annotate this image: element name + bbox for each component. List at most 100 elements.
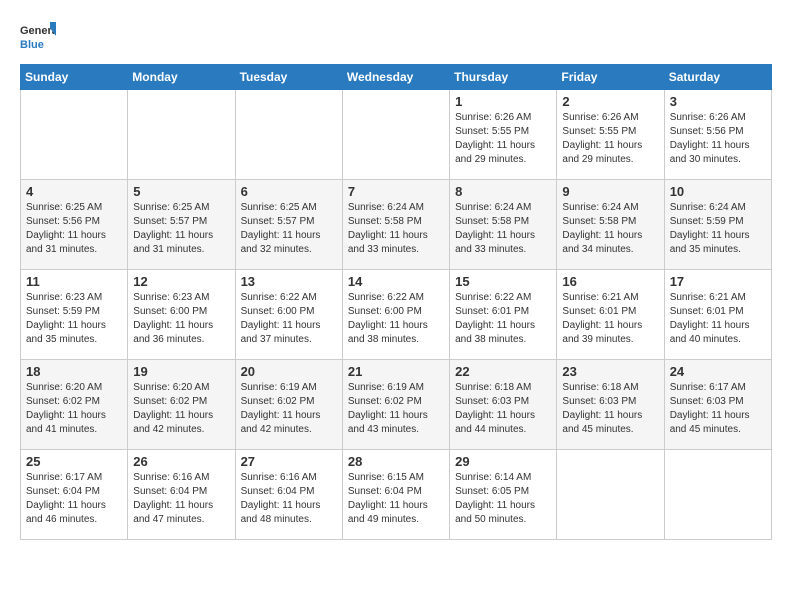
day-info: Sunrise: 6:21 AMSunset: 6:01 PMDaylight:… <box>670 291 766 347</box>
calendar-cell: 28 Sunrise: 6:15 AMSunset: 6:04 PMDayligh… <box>342 450 449 540</box>
day-info: Sunrise: 6:22 AMSunset: 6:01 PMDaylight:… <box>455 291 551 347</box>
day-info: Sunrise: 6:20 AMSunset: 6:02 PMDaylight:… <box>26 381 122 437</box>
day-number: 27 <box>241 454 337 469</box>
svg-text:Blue: Blue <box>20 39 44 51</box>
day-number: 20 <box>241 364 337 379</box>
calendar-cell: 14 Sunrise: 6:22 AMSunset: 6:00 PMDayligh… <box>342 270 449 360</box>
day-number: 5 <box>133 184 229 199</box>
weekday-header: Saturday <box>664 65 771 90</box>
day-info: Sunrise: 6:26 AMSunset: 5:56 PMDaylight:… <box>670 111 766 167</box>
calendar-cell: 4 Sunrise: 6:25 AMSunset: 5:56 PMDaylight… <box>21 180 128 270</box>
calendar-cell: 19 Sunrise: 6:20 AMSunset: 6:02 PMDayligh… <box>128 360 235 450</box>
calendar-cell: 7Sunrise: 6:24 AMSunset: 5:58 PMDaylight… <box>342 180 449 270</box>
day-info: Sunrise: 6:25 AMSunset: 5:56 PMDaylight:… <box>26 201 122 257</box>
calendar-cell: 18 Sunrise: 6:20 AMSunset: 6:02 PMDayligh… <box>21 360 128 450</box>
calendar-cell: 10 Sunrise: 6:24 AMSunset: 5:59 PMDayligh… <box>664 180 771 270</box>
day-info: Sunrise: 6:17 AMSunset: 6:03 PMDaylight:… <box>670 381 766 437</box>
calendar-cell: 25 Sunrise: 6:17 AMSunset: 6:04 PMDayligh… <box>21 450 128 540</box>
calendar-cell: 9 Sunrise: 6:24 AMSunset: 5:58 PMDaylight… <box>557 180 664 270</box>
day-info: Sunrise: 6:16 AMSunset: 6:04 PMDaylight:… <box>133 471 229 527</box>
day-number: 22 <box>455 364 551 379</box>
day-info: Sunrise: 6:22 AMSunset: 6:00 PMDaylight:… <box>348 291 444 347</box>
day-info: Sunrise: 6:23 AMSunset: 5:59 PMDaylight:… <box>26 291 122 347</box>
day-number: 28 <box>348 454 444 469</box>
day-info: Sunrise: 6:19 AMSunset: 6:02 PMDaylight:… <box>241 381 337 437</box>
day-number: 23 <box>562 364 658 379</box>
day-number: 19 <box>133 364 229 379</box>
day-info: Sunrise: 6:15 AMSunset: 6:04 PMDaylight:… <box>348 471 444 527</box>
calendar-cell: 21 Sunrise: 6:19 AMSunset: 6:02 PMDayligh… <box>342 360 449 450</box>
calendar-cell: 3 Sunrise: 6:26 AMSunset: 5:56 PMDaylight… <box>664 90 771 180</box>
day-number: 6 <box>241 184 337 199</box>
day-number: 1 <box>455 94 551 109</box>
calendar-table: SundayMondayTuesdayWednesdayThursdayFrid… <box>20 64 772 540</box>
calendar-cell: 2 Sunrise: 6:26 AMSunset: 5:55 PMDaylight… <box>557 90 664 180</box>
day-info: Sunrise: 6:18 AMSunset: 6:03 PMDaylight:… <box>562 381 658 437</box>
day-info: Sunrise: 6:23 AMSunset: 6:00 PMDaylight:… <box>133 291 229 347</box>
calendar-cell: 17 Sunrise: 6:21 AMSunset: 6:01 PMDayligh… <box>664 270 771 360</box>
day-number: 16 <box>562 274 658 289</box>
weekday-header: Tuesday <box>235 65 342 90</box>
weekday-header: Friday <box>557 65 664 90</box>
day-number: 4 <box>26 184 122 199</box>
weekday-header: Sunday <box>21 65 128 90</box>
day-info: Sunrise: 6:18 AMSunset: 6:03 PMDaylight:… <box>455 381 551 437</box>
day-info: Sunrise: 6:25 AMSunset: 5:57 PMDaylight:… <box>133 201 229 257</box>
calendar-cell: 26 Sunrise: 6:16 AMSunset: 6:04 PMDayligh… <box>128 450 235 540</box>
calendar-cell: 13 Sunrise: 6:22 AMSunset: 6:00 PMDayligh… <box>235 270 342 360</box>
weekday-header: Monday <box>128 65 235 90</box>
day-info: Sunrise: 6:24 AMSunset: 5:58 PMDaylight:… <box>562 201 658 257</box>
calendar-cell: 5 Sunrise: 6:25 AMSunset: 5:57 PMDaylight… <box>128 180 235 270</box>
day-info: Sunrise: 6:25 AMSunset: 5:57 PMDaylight:… <box>241 201 337 257</box>
day-info: Sunrise: 6:24 AMSunset: 5:59 PMDaylight:… <box>670 201 766 257</box>
calendar-cell: 16 Sunrise: 6:21 AMSunset: 6:01 PMDayligh… <box>557 270 664 360</box>
day-number: 13 <box>241 274 337 289</box>
day-info: Sunrise: 6:16 AMSunset: 6:04 PMDaylight:… <box>241 471 337 527</box>
day-number: 18 <box>26 364 122 379</box>
day-number: 9 <box>562 184 658 199</box>
day-info: Sunrise: 6:19 AMSunset: 6:02 PMDaylight:… <box>348 381 444 437</box>
calendar-cell <box>128 90 235 180</box>
calendar-cell <box>235 90 342 180</box>
calendar-cell <box>664 450 771 540</box>
calendar-cell: 6 Sunrise: 6:25 AMSunset: 5:57 PMDaylight… <box>235 180 342 270</box>
day-info: Sunrise: 6:22 AMSunset: 6:00 PMDaylight:… <box>241 291 337 347</box>
calendar-cell: 29Sunrise: 6:14 AMSunset: 6:05 PMDayligh… <box>450 450 557 540</box>
day-info: Sunrise: 6:24 AMSunset: 5:58 PMDaylight:… <box>455 201 551 257</box>
day-info: Sunrise: 6:21 AMSunset: 6:01 PMDaylight:… <box>562 291 658 347</box>
day-number: 26 <box>133 454 229 469</box>
day-number: 11 <box>26 274 122 289</box>
calendar-cell <box>342 90 449 180</box>
calendar-cell: 1 Sunrise: 6:26 AMSunset: 5:55 PMDaylight… <box>450 90 557 180</box>
day-number: 3 <box>670 94 766 109</box>
day-number: 29 <box>455 454 551 469</box>
day-number: 8 <box>455 184 551 199</box>
calendar-cell <box>557 450 664 540</box>
calendar-cell: 8 Sunrise: 6:24 AMSunset: 5:58 PMDaylight… <box>450 180 557 270</box>
day-number: 2 <box>562 94 658 109</box>
day-number: 21 <box>348 364 444 379</box>
calendar-header: SundayMondayTuesdayWednesdayThursdayFrid… <box>21 65 772 90</box>
weekday-header: Wednesday <box>342 65 449 90</box>
day-info: Sunrise: 6:26 AMSunset: 5:55 PMDaylight:… <box>455 111 551 167</box>
day-number: 10 <box>670 184 766 199</box>
day-info: Sunrise: 6:26 AMSunset: 5:55 PMDaylight:… <box>562 111 658 167</box>
weekday-header: Thursday <box>450 65 557 90</box>
day-info: Sunrise: 6:17 AMSunset: 6:04 PMDaylight:… <box>26 471 122 527</box>
day-number: 14 <box>348 274 444 289</box>
day-info: Sunrise: 6:20 AMSunset: 6:02 PMDaylight:… <box>133 381 229 437</box>
logo-icon: General Blue <box>20 20 56 56</box>
calendar-cell: 23 Sunrise: 6:18 AMSunset: 6:03 PMDayligh… <box>557 360 664 450</box>
day-number: 7 <box>348 184 444 199</box>
day-number: 15 <box>455 274 551 289</box>
calendar-cell: 11 Sunrise: 6:23 AMSunset: 5:59 PMDayligh… <box>21 270 128 360</box>
day-number: 25 <box>26 454 122 469</box>
logo: General Blue <box>20 20 56 56</box>
calendar-cell: 27 Sunrise: 6:16 AMSunset: 6:04 PMDayligh… <box>235 450 342 540</box>
day-number: 24 <box>670 364 766 379</box>
calendar-cell: 15 Sunrise: 6:22 AMSunset: 6:01 PMDayligh… <box>450 270 557 360</box>
day-number: 17 <box>670 274 766 289</box>
calendar-cell: 24 Sunrise: 6:17 AMSunset: 6:03 PMDayligh… <box>664 360 771 450</box>
calendar-cell <box>21 90 128 180</box>
calendar-cell: 20 Sunrise: 6:19 AMSunset: 6:02 PMDayligh… <box>235 360 342 450</box>
